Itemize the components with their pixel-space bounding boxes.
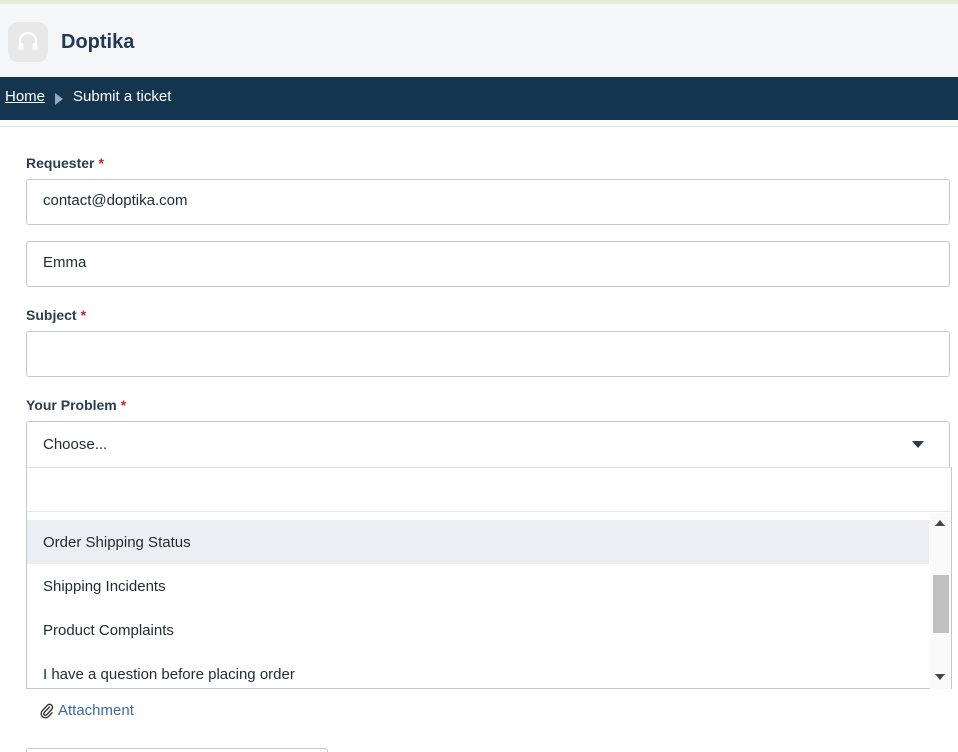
requester-email-field[interactable]: contact@doptika.com (26, 179, 950, 225)
submit-area-box (26, 748, 328, 752)
problem-select[interactable]: Choose... (26, 421, 950, 467)
brand-name[interactable]: Doptika (61, 31, 134, 54)
attachment-label: Attachment (58, 702, 134, 719)
attachment-link[interactable]: Attachment (40, 702, 134, 719)
problem-dropdown: Order Shipping Status Shipping Incidents… (26, 467, 952, 689)
dropdown-search-input[interactable] (27, 468, 951, 512)
required-mark: * (80, 307, 87, 323)
scroll-down-arrow-icon[interactable] (935, 674, 945, 680)
requester-label-text: Requester (26, 155, 95, 171)
subject-label-text: Subject (26, 307, 77, 323)
dropdown-option[interactable]: I have a question before placing order (27, 652, 929, 688)
dropdown-option[interactable]: Shipping Incidents (27, 564, 929, 608)
subject-field[interactable] (26, 331, 950, 377)
requester-email-value: contact@doptika.com (43, 192, 188, 209)
headset-icon[interactable] (8, 22, 48, 62)
problem-selected-value: Choose... (43, 436, 108, 453)
breadcrumb-current: Submit a ticket (73, 88, 172, 105)
scroll-up-arrow-icon[interactable] (935, 520, 945, 526)
requester-name-value: Emma (43, 254, 87, 271)
requester-name-field[interactable]: Emma (26, 241, 950, 287)
breadcrumb: Home Submit a ticket (0, 77, 958, 120)
problem-label: Your Problem * (26, 397, 126, 413)
problem-label-text: Your Problem (26, 397, 117, 413)
paperclip-icon (40, 703, 54, 719)
required-mark: * (98, 155, 104, 171)
chevron-down-icon[interactable] (912, 441, 924, 448)
chevron-right-icon (55, 93, 63, 105)
requester-label: Requester * (26, 155, 104, 171)
required-mark: * (120, 397, 127, 413)
dropdown-option[interactable]: Order Shipping Status (27, 520, 929, 564)
dropdown-options-list: Order Shipping Status Shipping Incidents… (27, 520, 929, 688)
breadcrumb-home-link[interactable]: Home (5, 88, 45, 105)
site-header: Doptika (0, 4, 958, 77)
subject-label: Subject * (26, 307, 86, 323)
dropdown-option[interactable]: Product Complaints (27, 608, 929, 652)
scrollbar-thumb[interactable] (933, 575, 949, 633)
dropdown-scrollbar[interactable] (930, 513, 951, 689)
